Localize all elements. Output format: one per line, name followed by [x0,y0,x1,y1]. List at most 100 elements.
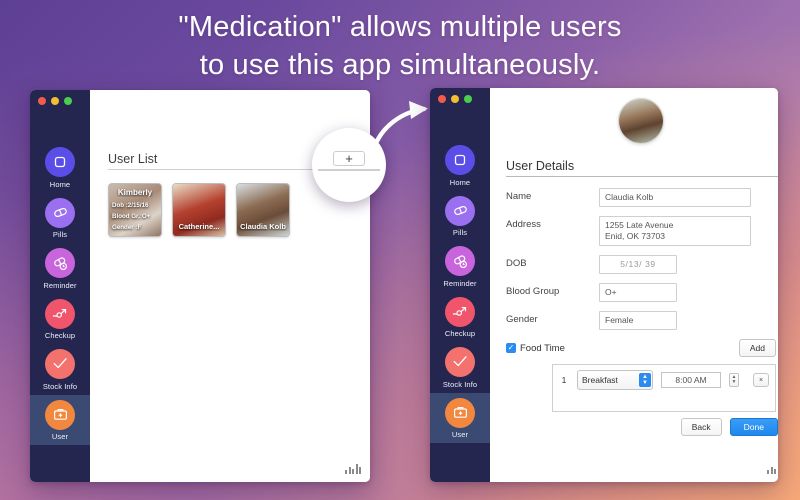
user-details-title: User Details [506,159,778,177]
details-footer: Back Done [680,418,778,436]
sidebar-item-user[interactable]: User [430,392,490,443]
sidebar-item-stock-info[interactable]: Stock Info [430,342,490,393]
gender-field[interactable]: Female [599,311,677,330]
capsule-icon [445,195,475,226]
name-label: Name [506,191,532,202]
table-row: 1 Breakfast ▲ ▼ 8:00 AM ▲ ▼ × [559,370,769,390]
left-sidebar-nav: Home Pills Reminder Checkup Stock Info U… [30,142,90,445]
user-card[interactable]: Kimberly Dob :2/15/16 Blood Gr.:O+ Gende… [108,183,162,237]
done-button[interactable]: Done [729,418,778,436]
sidebar-item-reminder[interactable]: Reminder [30,243,90,294]
sidebar-item-checkup[interactable]: Checkup [430,292,490,343]
form-row-blood-group: Blood Group O+ [506,283,776,302]
sidebar-item-reminder-label: Reminder [443,278,477,288]
add-food-time-button[interactable]: Add [738,339,776,357]
time-field[interactable]: 8:00 AM [661,372,721,388]
sidebar-item-home-label: Home [49,179,71,189]
user-card-name: Catherine... [178,222,220,231]
address-label: Address [506,219,541,230]
user-card-dob: Dob :2/15/16 [112,202,149,209]
left-window-traffic-lights [38,97,72,105]
back-button[interactable]: Back [680,418,722,436]
capsule-clock-icon [445,246,475,276]
user-card-name: Kimberly [117,188,153,197]
blood-group-field[interactable]: O+ [599,283,677,302]
time-stepper[interactable]: ▲ ▼ [729,373,739,387]
close-window-button[interactable] [38,97,46,105]
chevron-updown-icon: ▲ ▼ [639,373,651,387]
sidebar-item-checkup[interactable]: Checkup [30,294,90,345]
row-index: 1 [561,375,567,385]
sidebar-item-home[interactable]: Home [30,142,90,193]
user-card[interactable]: Claudia Kolb [236,183,290,237]
sidebar-item-checkup-label: Checkup [444,329,476,338]
page-headline: "Medication" allows multiple users to us… [0,8,800,84]
sidebar-item-pills[interactable]: Pills [30,193,90,244]
avatar[interactable] [618,98,664,144]
user-details-form: Name Claudia Kolb Address 1255 Late Aven… [506,188,776,330]
user-card-name: Claudia Kolb [240,222,286,231]
user-card-details: Dob :2/15/16 Blood Gr.:O+ Gender :F [109,200,161,233]
checkmark-icon[interactable]: ✓ [506,343,516,353]
sidebar-item-stock-info-label: Stock Info [42,381,78,391]
close-window-button[interactable] [438,95,446,103]
right-sidebar: Home Pills Reminder Checkup Stock Info U… [430,88,490,482]
checkmark-icon [45,349,75,379]
sidebar-item-stock-info-label: Stock Info [442,379,478,389]
user-details-window: Home Pills Reminder Checkup Stock Info U… [430,88,778,482]
checkmark-icon [445,347,475,377]
dob-label: DOB [506,258,527,269]
right-sidebar-nav: Home Pills Reminder Checkup Stock Info U… [430,140,490,443]
trend-arrow-icon [445,296,475,327]
user-card-gender: Gender :F [112,224,142,231]
blood-group-label: Blood Group [506,286,560,297]
headline-line-2: to use this app simultaneously. [199,49,601,81]
name-field[interactable]: Claudia Kolb [599,188,751,207]
address-field[interactable]: 1255 Late Avenue Enid, OK 73703 [599,216,751,246]
meal-select[interactable]: Breakfast ▲ ▼ [577,370,653,390]
sidebar-item-pills-label: Pills [452,228,468,237]
sidebar-item-user[interactable]: User [30,394,90,445]
minimize-window-button[interactable] [451,95,459,103]
food-time-label: Food Time [520,342,565,354]
avatar-photo [619,99,663,143]
sidebar-item-reminder-label: Reminder [43,280,77,290]
home-square-icon [445,145,475,175]
dob-field[interactable]: 5/13/ 39 [599,255,677,274]
medical-kit-icon [445,397,475,428]
remove-row-button[interactable]: × [753,373,769,387]
trend-arrow-icon [45,298,75,329]
user-card[interactable]: Catherine... [172,183,226,237]
left-sidebar: Home Pills Reminder Checkup Stock Info U… [30,90,90,482]
capsule-clock-icon [45,248,75,278]
user-details-content: User Details Name Claudia Kolb Address 1… [490,88,778,482]
gender-label: Gender [506,314,538,325]
zoom-window-button[interactable] [64,97,72,105]
form-row-gender: Gender Female [506,311,776,330]
right-window-traffic-lights [438,95,472,103]
sidebar-item-home-label: Home [449,177,471,187]
sidebar-item-user-label: User [451,430,469,439]
sidebar-item-stock-info[interactable]: Stock Info [30,344,90,395]
bar-chart-watermark-icon [767,462,778,474]
user-card-blood-group: Blood Gr.:O+ [112,213,151,220]
sidebar-item-checkup-label: Checkup [44,331,76,340]
food-time-row: ✓ Food Time Add [506,339,776,357]
medical-kit-icon [45,399,75,430]
callout-divider [318,169,380,171]
home-square-icon [45,147,75,177]
form-row-address: Address 1255 Late Avenue Enid, OK 73703 [506,216,776,246]
avatar-container [490,88,778,149]
minimize-window-button[interactable] [51,97,59,105]
sidebar-item-reminder[interactable]: Reminder [430,241,490,292]
bar-chart-watermark-icon [345,462,361,474]
food-time-checkbox-group[interactable]: ✓ Food Time [506,343,565,354]
sidebar-item-user-label: User [51,432,69,441]
sidebar-item-home[interactable]: Home [430,140,490,191]
form-row-dob: DOB 5/13/ 39 [506,255,776,274]
sidebar-item-pills[interactable]: Pills [430,191,490,242]
zoom-window-button[interactable] [464,95,472,103]
capsule-icon [45,197,75,228]
sidebar-item-pills-label: Pills [52,230,68,239]
add-user-button[interactable]: + [333,151,365,166]
